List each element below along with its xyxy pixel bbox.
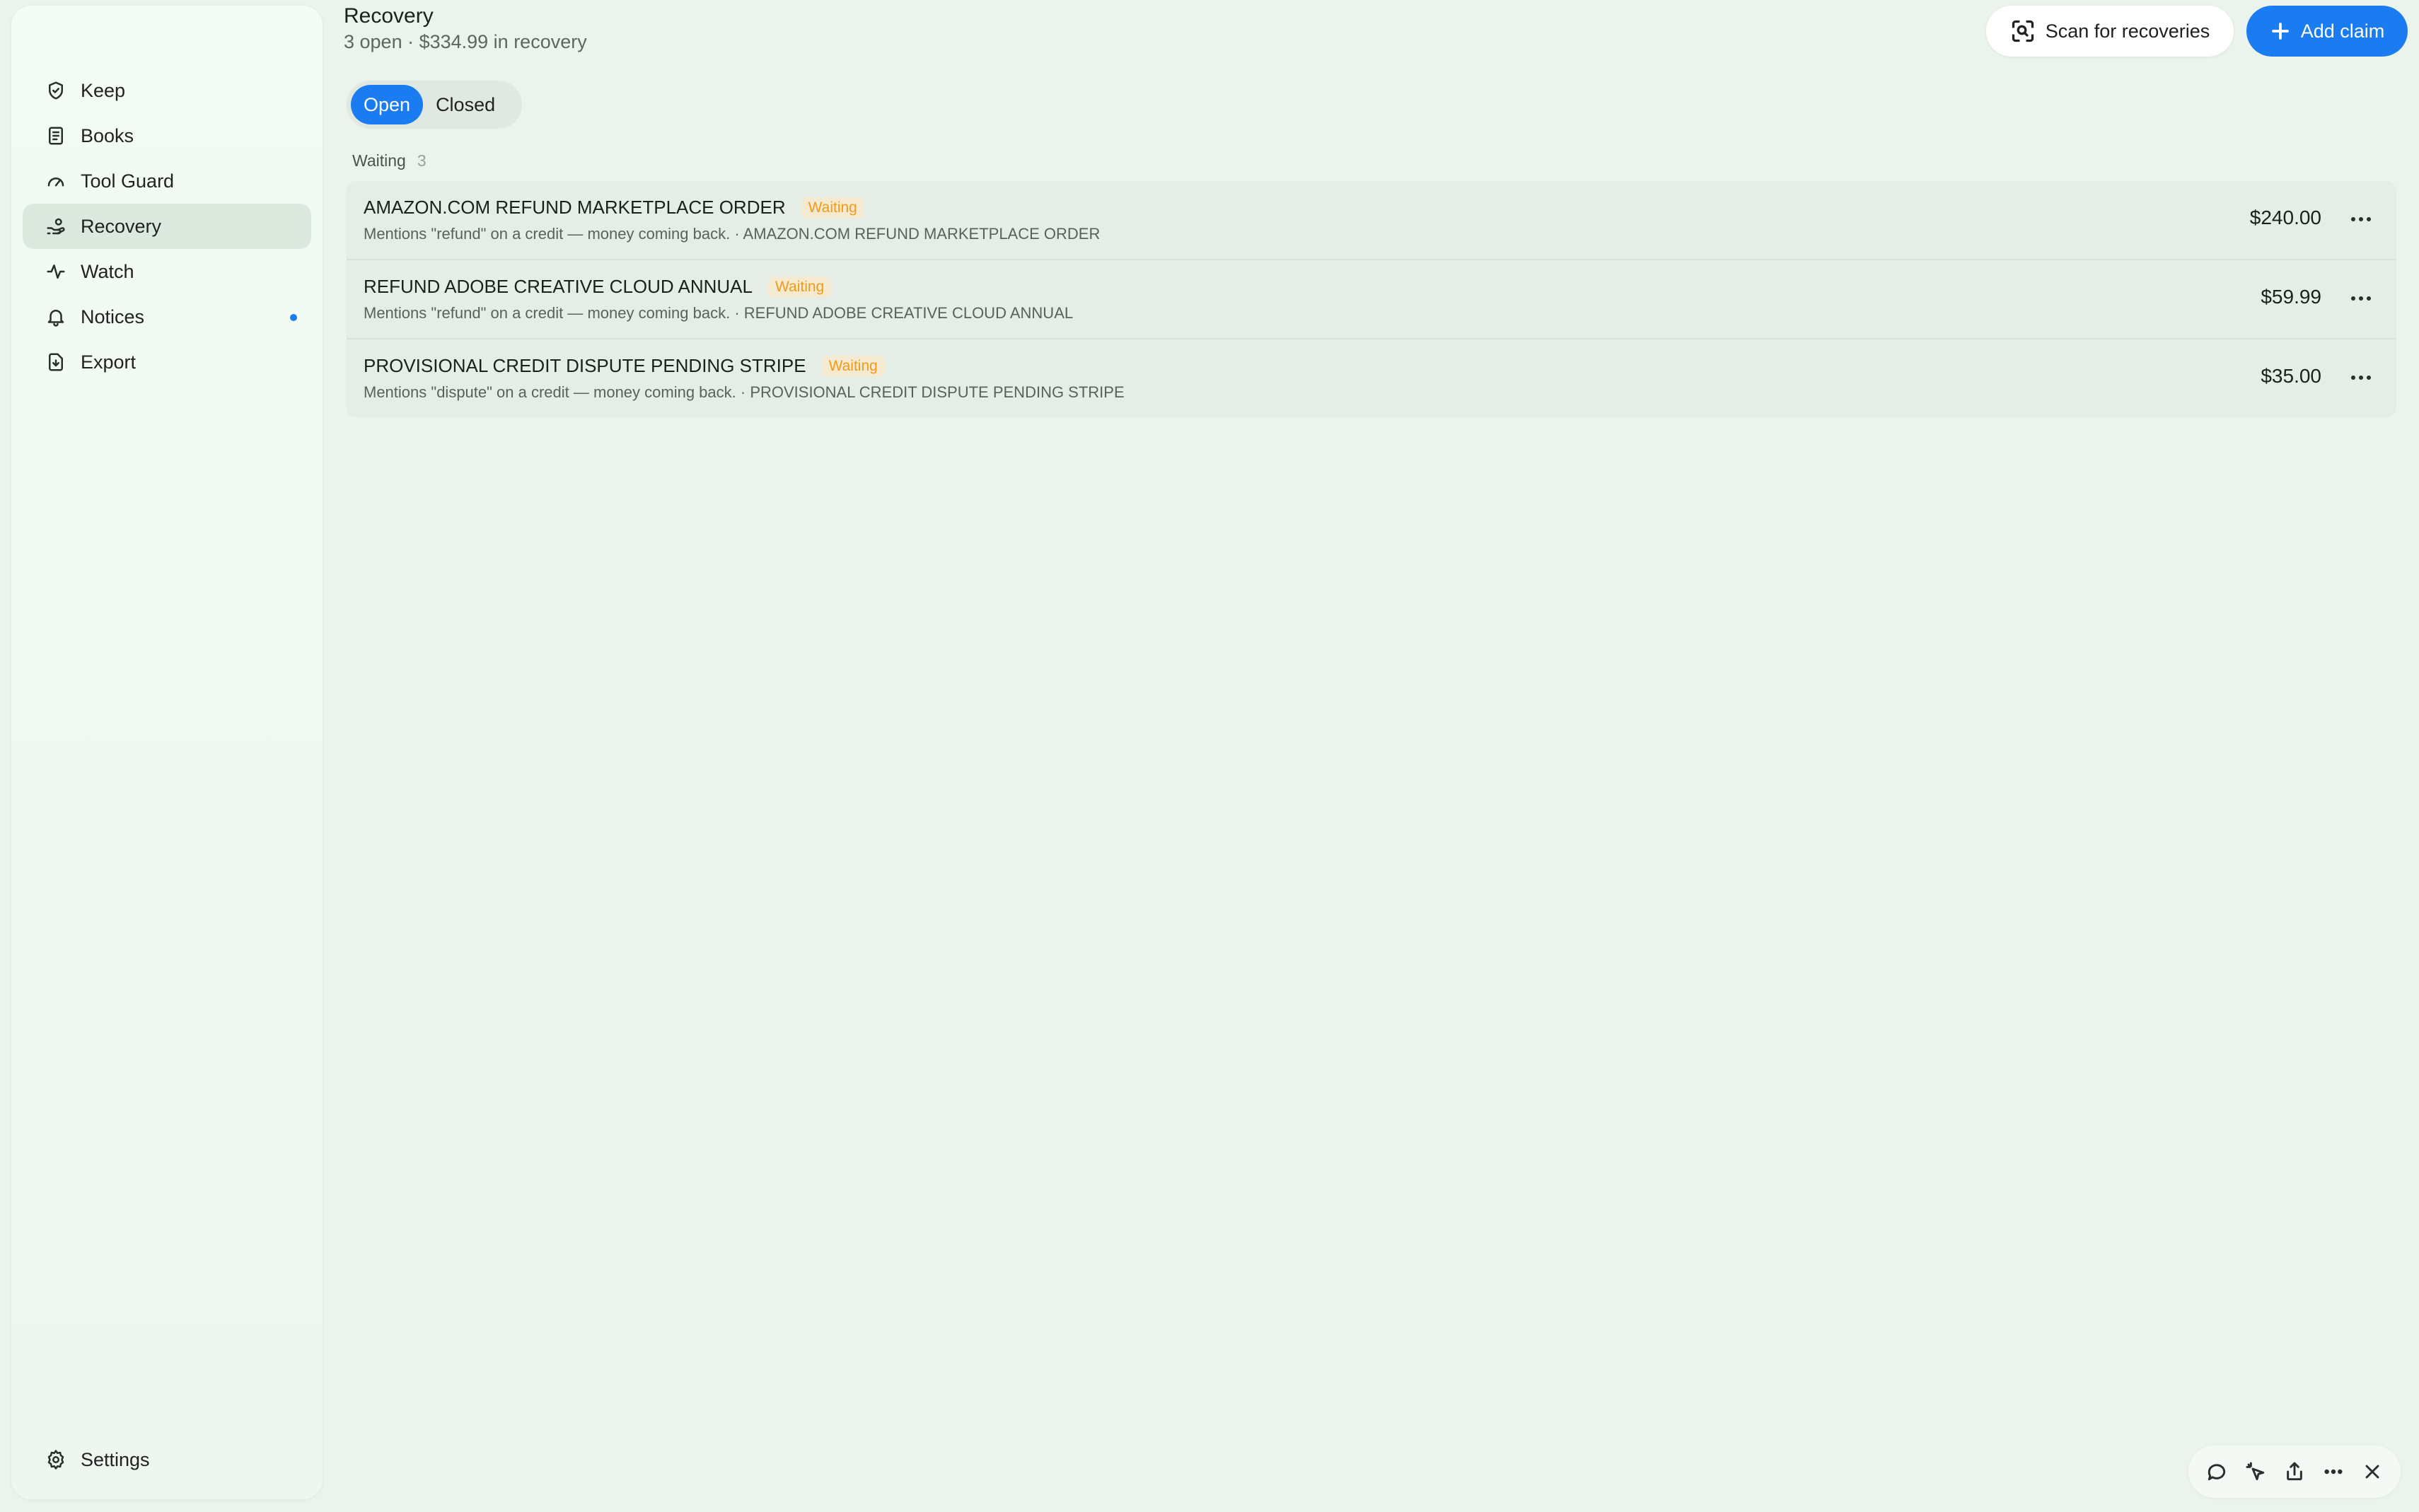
add-claim-button[interactable]: Add claim	[2246, 6, 2408, 57]
close-icon	[2365, 1465, 2379, 1479]
ellipsis-icon	[2351, 217, 2371, 221]
claim-row[interactable]: AMAZON.COM REFUND MARKETPLACE ORDER Wait…	[347, 181, 2396, 260]
sidebar: Keep Books Tool Guard Recovery Watch Not…	[11, 6, 323, 1499]
more-options-button[interactable]	[2347, 284, 2375, 313]
scan-icon	[2012, 20, 2034, 42]
ellipsis-icon	[2324, 1469, 2343, 1475]
sidebar-item-label: Keep	[81, 79, 126, 101]
sidebar-item-label: Tool Guard	[81, 170, 175, 192]
sidebar-item-label: Watch	[81, 260, 134, 282]
activity-icon	[44, 260, 68, 284]
claims-list: AMAZON.COM REFUND MARKETPLACE ORDER Wait…	[347, 181, 2396, 417]
gear-icon	[44, 1448, 68, 1472]
sidebar-item-label: Recovery	[81, 215, 162, 237]
comment-button[interactable]	[2202, 1457, 2232, 1487]
sidebar-item-export[interactable]: Export	[23, 339, 311, 385]
claim-description: Mentions "refund" on a credit — money co…	[364, 225, 1101, 243]
plus-icon	[2271, 23, 2289, 40]
bell-icon	[44, 305, 68, 329]
claim-amount: $59.99	[2261, 286, 2321, 308]
group-count: 3	[417, 151, 427, 170]
sidebar-item-settings[interactable]: Settings	[23, 1437, 311, 1482]
claim-description: Mentions "refund" on a credit — money co…	[364, 304, 1074, 322]
claim-row[interactable]: PROVISIONAL CREDIT DISPUTE PENDING STRIP…	[347, 339, 2396, 417]
claim-title-line: AMAZON.COM REFUND MARKETPLACE ORDER Wait…	[364, 197, 864, 219]
sidebar-item-label: Notices	[81, 306, 145, 327]
gauge-icon	[44, 169, 68, 193]
claim-title: AMAZON.COM REFUND MARKETPLACE ORDER	[364, 197, 786, 218]
hand-coins-icon	[44, 214, 68, 238]
sidebar-item-books[interactable]: Books	[23, 113, 311, 158]
claim-title: REFUND ADOBE CREATIVE CLOUD ANNUAL	[364, 276, 753, 297]
claim-row[interactable]: REFUND ADOBE CREATIVE CLOUD ANNUAL Waiti…	[347, 260, 2396, 339]
group-label: Waiting	[352, 151, 406, 170]
close-button[interactable]	[2357, 1457, 2387, 1487]
tab-open[interactable]: Open	[351, 85, 424, 124]
share-button[interactable]	[2280, 1457, 2309, 1487]
book-icon	[44, 124, 68, 148]
more-options-button[interactable]	[2347, 364, 2375, 392]
claim-title-line: REFUND ADOBE CREATIVE CLOUD ANNUAL Waiti…	[364, 276, 832, 298]
sidebar-item-notices[interactable]: Notices	[23, 294, 311, 339]
more-button[interactable]	[2319, 1457, 2348, 1487]
sidebar-item-recovery[interactable]: Recovery	[23, 204, 311, 249]
status-badge: Waiting	[801, 197, 864, 219]
sidebar-item-tool-guard[interactable]: Tool Guard	[23, 158, 311, 204]
sidebar-item-keep[interactable]: Keep	[23, 68, 311, 113]
chat-bubble-icon	[2208, 1464, 2225, 1481]
ellipsis-icon	[2351, 296, 2371, 301]
sidebar-item-watch[interactable]: Watch	[23, 249, 311, 294]
share-icon	[2287, 1462, 2302, 1481]
shield-check-icon	[44, 78, 68, 103]
add-button-label: Add claim	[2300, 20, 2385, 42]
claim-title: PROVISIONAL CREDIT DISPUTE PENDING STRIP…	[364, 355, 806, 376]
page-subtitle: 3 open · $334.99 in recovery	[344, 31, 587, 52]
claim-amount: $240.00	[2249, 207, 2321, 228]
scan-button-label: Scan for recoveries	[2045, 20, 2210, 42]
floating-toolbar	[2188, 1446, 2401, 1498]
status-badge: Waiting	[821, 355, 885, 377]
ellipsis-icon	[2351, 376, 2371, 380]
page-title: Recovery	[344, 4, 434, 28]
sidebar-nav: Keep Books Tool Guard Recovery Watch Not…	[23, 68, 311, 385]
sidebar-footer: Settings	[23, 1437, 311, 1482]
scan-for-recoveries-button[interactable]: Scan for recoveries	[1986, 6, 2234, 57]
sidebar-item-label: Books	[81, 124, 134, 146]
tab-closed[interactable]: Closed	[423, 85, 508, 124]
sidebar-item-label: Settings	[81, 1448, 150, 1470]
claim-amount: $35.00	[2261, 365, 2321, 387]
file-download-icon	[44, 350, 68, 374]
more-options-button[interactable]	[2347, 205, 2375, 233]
status-badge: Waiting	[767, 276, 832, 298]
unread-dot	[290, 314, 297, 321]
group-header: Waiting 3	[352, 151, 427, 170]
select-element-button[interactable]	[2241, 1457, 2270, 1487]
claim-title-line: PROVISIONAL CREDIT DISPUTE PENDING STRIP…	[364, 355, 885, 377]
cursor-click-icon	[2246, 1462, 2264, 1481]
claim-description: Mentions "dispute" on a credit — money c…	[364, 383, 1125, 401]
status-tabs: Open Closed	[347, 81, 522, 129]
sidebar-item-label: Export	[81, 351, 137, 373]
